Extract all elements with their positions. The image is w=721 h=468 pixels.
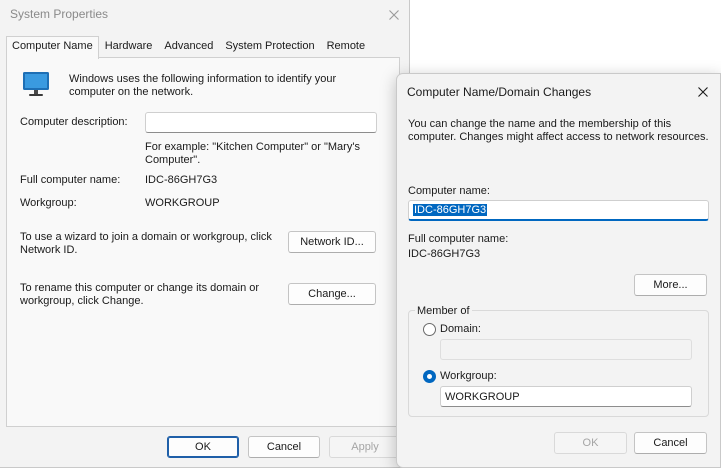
dialog-title: Computer Name/Domain Changes [407, 85, 592, 99]
full-computer-name-value: IDC-86GH7G3 [145, 174, 218, 186]
dialog-workgroup-label: Workgroup: [440, 370, 497, 382]
computer-name-panel: Windows uses the following information t… [6, 57, 400, 427]
more-button[interactable]: More... [634, 274, 707, 296]
tab-system-protection[interactable]: System Protection [219, 36, 320, 58]
wizard-text: To use a wizard to join a domain or work… [20, 231, 272, 256]
workgroup-value: WORKGROUP [145, 197, 220, 209]
monitor-icon [21, 71, 53, 99]
tab-hardware[interactable]: Hardware [99, 36, 159, 58]
full-computer-name-label: Full computer name: [20, 174, 121, 186]
tab-computer-name[interactable]: Computer Name [6, 36, 99, 59]
close-icon[interactable] [693, 82, 713, 102]
cancel-button[interactable]: Cancel [248, 436, 320, 458]
close-icon[interactable] [384, 5, 404, 25]
change-button[interactable]: Change... [288, 283, 376, 305]
intro-text: Windows uses the following information t… [69, 73, 337, 98]
tab-remote[interactable]: Remote [321, 36, 372, 58]
computer-name-input-value: IDC-86GH7G3 [413, 204, 488, 216]
network-id-button[interactable]: Network ID... [288, 231, 376, 253]
dialog-cancel-button[interactable]: Cancel [634, 432, 707, 454]
computer-description-input[interactable] [145, 112, 377, 133]
workgroup-radio[interactable] [423, 370, 436, 383]
dialog-ok-button[interactable]: OK [554, 432, 627, 454]
dialog-intro-text: You can change the name and the membersh… [408, 118, 709, 143]
system-properties-window: System Properties Computer Name Hardware… [0, 0, 410, 468]
rename-text: To rename this computer or change its do… [20, 282, 260, 307]
dialog-full-computer-name-label: Full computer name: [408, 233, 509, 245]
example-text: For example: "Kitchen Computer" or "Mary… [145, 141, 360, 166]
workgroup-input[interactable] [440, 386, 692, 407]
computer-name-label: Computer name: [408, 185, 490, 197]
domain-input[interactable] [440, 339, 692, 360]
member-of-label: Member of [415, 305, 472, 317]
domain-label: Domain: [440, 323, 481, 335]
computer-name-input[interactable]: IDC-86GH7G3 [408, 200, 709, 221]
window-title: System Properties [10, 7, 109, 21]
computer-name-domain-changes-dialog: Computer Name/Domain Changes You can cha… [396, 73, 721, 468]
computer-description-label: Computer description: [20, 116, 128, 128]
close-icon-glyph [389, 10, 399, 20]
dialog-full-computer-name-value: IDC-86GH7G3 [408, 248, 481, 260]
close-icon-glyph [698, 87, 708, 97]
domain-radio[interactable] [423, 323, 436, 336]
tab-advanced[interactable]: Advanced [158, 36, 219, 58]
apply-button[interactable]: Apply [329, 436, 401, 458]
tab-strip: Computer Name Hardware Advanced System P… [6, 36, 372, 59]
ok-button[interactable]: OK [167, 436, 239, 458]
workgroup-label: Workgroup: [20, 197, 77, 209]
